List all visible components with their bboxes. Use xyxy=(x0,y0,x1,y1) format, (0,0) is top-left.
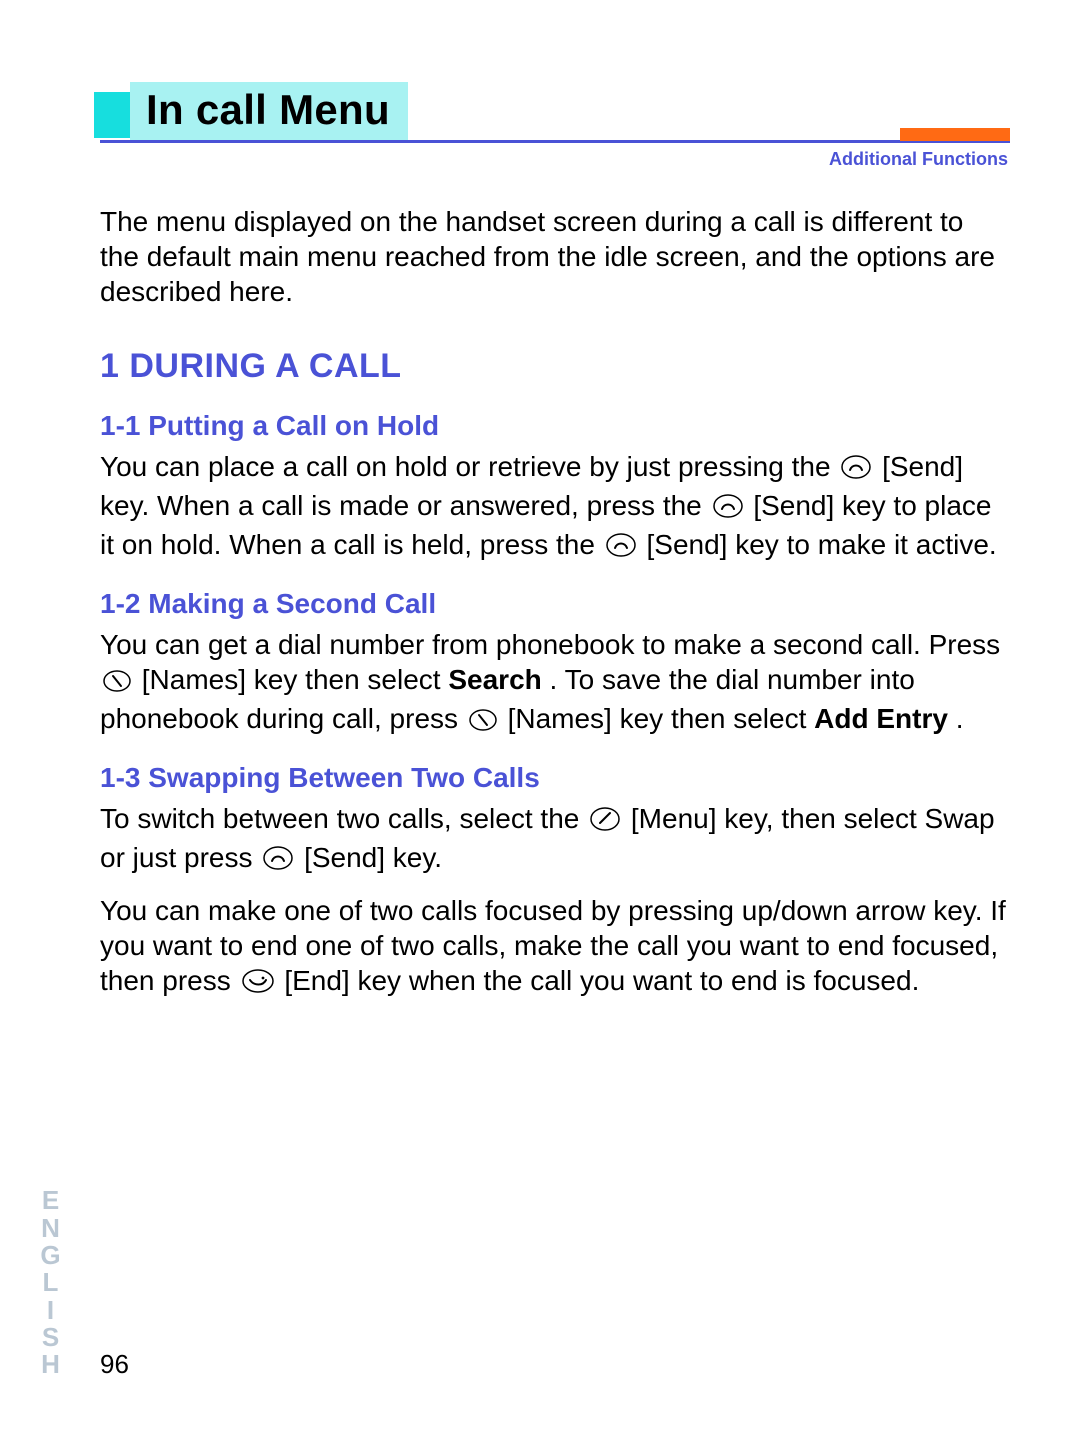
intro-text: The menu displayed on the handset screen… xyxy=(100,204,1010,309)
names-key-icon xyxy=(468,705,498,740)
body-content: The menu displayed on the handset screen… xyxy=(100,204,1010,1002)
language-letter: G xyxy=(40,1242,61,1269)
text: [End] key when the call you want to end … xyxy=(284,965,919,996)
end-key-icon xyxy=(241,967,275,1002)
text: [Names] key then select xyxy=(142,664,449,695)
page-title: In call Menu xyxy=(130,82,408,143)
names-key-icon xyxy=(102,666,132,701)
header-accent-square xyxy=(94,92,130,138)
header-accent-bar xyxy=(900,128,1010,141)
language-letter: I xyxy=(47,1297,55,1324)
language-letter: L xyxy=(43,1269,60,1296)
section-heading-1: 1 DURING A CALL xyxy=(100,345,1010,388)
language-letter: S xyxy=(42,1324,60,1351)
subheading-1-3: 1-3 Swapping Between Two Calls xyxy=(100,760,1010,795)
page-header: In call Menu Additional Functions xyxy=(100,82,1010,154)
page-number: 96 xyxy=(100,1348,129,1381)
text: You can place a call on hold or retrieve… xyxy=(100,451,838,482)
para-1-2: You can get a dial number from phonebook… xyxy=(100,627,1010,740)
para-1-1: You can place a call on hold or retrieve… xyxy=(100,449,1010,566)
header-rule xyxy=(100,140,1010,143)
text: To switch between two calls, select the xyxy=(100,803,587,834)
text: . xyxy=(956,703,964,734)
language-letter: H xyxy=(41,1351,61,1378)
send-key-icon xyxy=(840,453,872,488)
text: [Send] key. xyxy=(304,842,442,873)
language-tab: E N G L I S H xyxy=(28,1188,74,1378)
para-1-3b: You can make one of two calls focused by… xyxy=(100,893,1010,1002)
language-letter: E xyxy=(42,1187,60,1214)
menu-key-icon xyxy=(589,805,621,840)
page-content: In call Menu Additional Functions The me… xyxy=(100,82,1010,1002)
functions-label: Additional Functions xyxy=(829,148,1008,171)
text: [Send] key to make it active. xyxy=(647,529,997,560)
send-key-icon xyxy=(605,531,637,566)
send-key-icon xyxy=(712,492,744,527)
subheading-1-1: 1-1 Putting a Call on Hold xyxy=(100,408,1010,443)
para-1-3a: To switch between two calls, select the … xyxy=(100,801,1010,879)
bold-add-entry: Add Entry xyxy=(814,703,948,734)
language-letter: N xyxy=(41,1215,61,1242)
text: You can get a dial number from phonebook… xyxy=(100,629,1000,660)
subheading-1-2: 1-2 Making a Second Call xyxy=(100,586,1010,621)
send-key-icon xyxy=(262,844,294,879)
bold-search: Search xyxy=(448,664,541,695)
text: [Names] key then select xyxy=(508,703,815,734)
